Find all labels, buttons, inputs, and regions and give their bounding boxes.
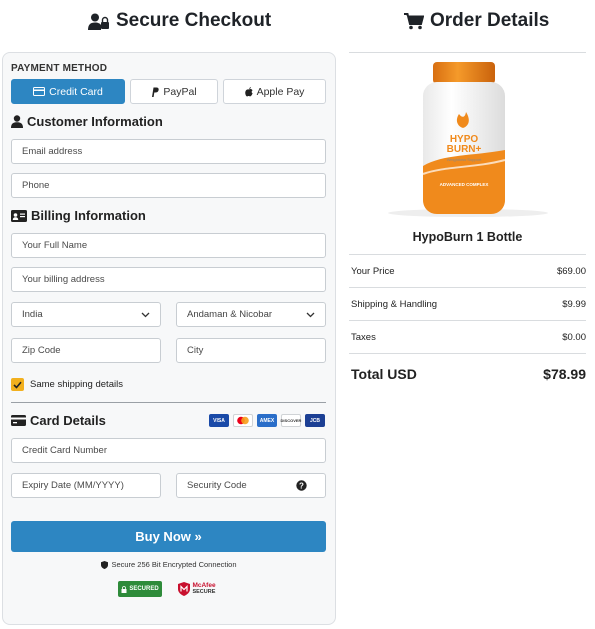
order-header-divider — [349, 52, 586, 53]
product-image: HYPO BURN+ Weightloss Support ADVANCED C… — [383, 58, 553, 218]
expiry-date-input[interactable] — [22, 480, 160, 491]
shield-icon — [101, 560, 109, 569]
supplement-bottle-image: HYPO BURN+ Weightloss Support ADVANCED C… — [388, 62, 548, 217]
country-select-value: India — [22, 309, 43, 320]
phone-field[interactable] — [11, 173, 326, 198]
secured-badge-text: SECURED — [129, 586, 159, 592]
card-number-input[interactable] — [22, 445, 325, 456]
visa-logo: VISA — [209, 414, 229, 427]
svg-text:?: ? — [299, 482, 304, 491]
same-shipping-label: Same shipping details — [30, 379, 123, 390]
order-details-heading: Order Details — [404, 10, 549, 32]
email-input[interactable] — [22, 146, 325, 157]
user-lock-icon — [88, 13, 109, 30]
order-details-title: Order Details — [430, 10, 550, 31]
mcafee-shield-icon — [178, 582, 191, 596]
svg-text:Weightloss Support: Weightloss Support — [447, 157, 483, 162]
buy-now-button[interactable]: Buy Now » — [11, 521, 326, 552]
customer-info-heading: Customer Information — [11, 114, 163, 129]
amex-logo: AMEX — [257, 414, 277, 427]
discover-logo: DISCOVER — [281, 414, 301, 427]
id-card-icon — [11, 209, 27, 222]
credit-card-icon — [11, 415, 26, 426]
help-icon[interactable]: ? — [296, 480, 307, 491]
card-details-title: Card Details — [30, 413, 106, 428]
taxes-value: $0.00 — [562, 332, 586, 343]
chevron-down-icon — [141, 312, 150, 318]
credit-card-tab[interactable]: Credit Card — [11, 79, 125, 104]
shipping-row: Shipping & Handling $9.99 — [351, 299, 586, 310]
zip-code-input[interactable] — [22, 345, 160, 356]
country-select[interactable]: India — [11, 302, 161, 327]
billing-info-heading: Billing Information — [11, 208, 146, 223]
chevron-down-icon — [306, 312, 315, 318]
credit-card-icon — [33, 87, 46, 96]
user-icon — [11, 115, 23, 128]
zip-code-field[interactable] — [11, 338, 161, 363]
section-divider — [11, 402, 326, 403]
phone-input[interactable] — [22, 180, 325, 191]
shopping-cart-icon — [404, 12, 424, 29]
billing-address-input[interactable] — [22, 274, 325, 285]
card-details-heading: Card Details — [11, 413, 106, 428]
secure-checkout-title: Secure Checkout — [116, 10, 272, 31]
price-value: $69.00 — [556, 266, 586, 277]
credit-card-tab-label: Credit Card — [49, 85, 103, 98]
mcafee-badge: McAfee SECURE — [174, 581, 220, 597]
price-row: Your Price $69.00 — [351, 266, 586, 277]
city-field[interactable] — [176, 338, 326, 363]
paypal-icon — [152, 87, 160, 97]
billing-info-title: Billing Information — [31, 208, 146, 223]
secure-checkout-heading: Secure Checkout — [88, 10, 271, 32]
mastercard-logo — [233, 414, 253, 427]
payment-method-label: PAYMENT METHOD — [11, 63, 108, 74]
total-value: $78.99 — [543, 366, 586, 382]
secured-badge: SECURED — [118, 581, 162, 597]
same-shipping-checkbox[interactable] — [11, 378, 24, 391]
card-number-field[interactable] — [11, 438, 326, 463]
customer-info-title: Customer Information — [27, 114, 163, 129]
svg-text:BURN+: BURN+ — [447, 144, 482, 155]
paypal-tab-label: PayPal — [163, 85, 197, 98]
paypal-tab[interactable]: PayPal — [130, 79, 218, 104]
summary-divider — [349, 320, 586, 321]
taxes-row: Taxes $0.00 — [351, 332, 586, 343]
summary-divider — [349, 254, 586, 255]
shipping-value: $9.99 — [562, 299, 586, 310]
apple-pay-tab-label: Apple Pay — [256, 85, 305, 98]
svg-text:ADVANCED COMPLEX: ADVANCED COMPLEX — [440, 182, 489, 187]
price-label: Your Price — [351, 266, 395, 277]
mcafee-badge-bottom: SECURE — [192, 588, 216, 595]
secure-connection-text: Secure 256 Bit Encrypted Connection — [111, 560, 237, 569]
jcb-logo: JCB — [305, 414, 325, 427]
city-input[interactable] — [187, 345, 325, 356]
billing-address-field[interactable] — [11, 267, 326, 292]
state-select[interactable]: Andaman & Nicobar — [176, 302, 326, 327]
summary-divider — [349, 353, 586, 354]
full-name-field[interactable] — [11, 233, 326, 258]
total-label: Total USD — [351, 366, 417, 382]
taxes-label: Taxes — [351, 332, 376, 343]
apple-pay-tab[interactable]: Apple Pay — [223, 79, 326, 104]
total-row: Total USD $78.99 — [351, 366, 586, 382]
email-field[interactable] — [11, 139, 326, 164]
summary-divider — [349, 287, 586, 288]
lock-icon — [121, 585, 127, 593]
expiry-date-field[interactable] — [11, 473, 161, 498]
secure-connection-note: Secure 256 Bit Encrypted Connection — [0, 560, 338, 569]
state-select-value: Andaman & Nicobar — [187, 309, 273, 320]
product-name: HypoBurn 1 Bottle — [412, 230, 523, 244]
shipping-label: Shipping & Handling — [351, 299, 438, 310]
security-code-field[interactable]: ? — [176, 473, 326, 498]
full-name-input[interactable] — [22, 240, 325, 251]
checkmark-icon — [13, 381, 22, 389]
apple-icon — [244, 86, 253, 96]
buy-now-label: Buy Now » — [135, 529, 202, 544]
